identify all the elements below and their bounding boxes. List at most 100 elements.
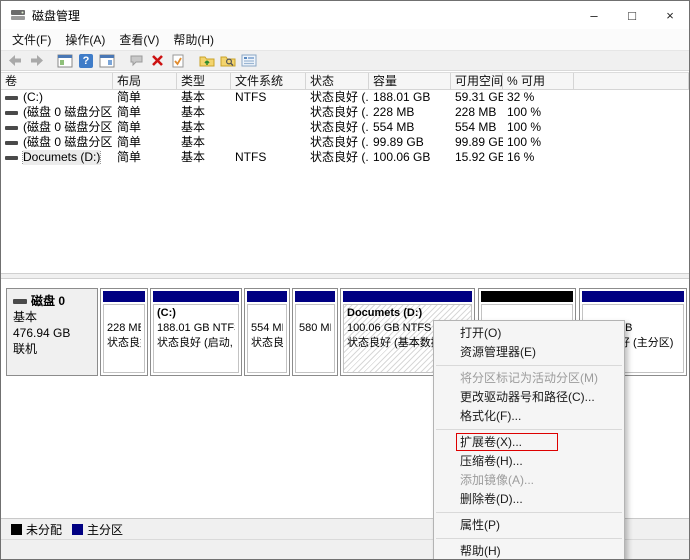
cell: 简单 [113, 105, 177, 120]
menubar-item-3[interactable]: 帮助(H) [166, 29, 221, 50]
partition-color-bar [481, 291, 573, 302]
cell: 99.89 GB [451, 135, 503, 150]
cell: 基本 [177, 150, 231, 165]
volume-icon [5, 96, 18, 100]
close-button[interactable]: × [651, 1, 689, 29]
callout-icon[interactable] [126, 52, 146, 70]
partition[interactable]: 580 MB [292, 288, 338, 376]
delete-icon[interactable] [147, 52, 167, 70]
help-icon[interactable]: ? [76, 52, 96, 70]
disk-type: 基本 [13, 309, 91, 325]
context-menu-item[interactable]: 删除卷(D)... [434, 490, 624, 509]
column-header[interactable]: 布局 [113, 73, 177, 89]
context-menu-item[interactable]: 资源管理器(E) [434, 343, 624, 362]
volume-row[interactable]: (C:)简单基本NTFS状态良好 (...188.01 GB59.31 GB32… [1, 90, 689, 105]
column-header[interactable]: 状态 [306, 73, 369, 89]
titlebar: 磁盘管理 – □ × [1, 1, 689, 29]
cell: (磁盘 0 磁盘分区 1) [1, 105, 113, 120]
column-header[interactable]: 类型 [177, 73, 231, 89]
cell [231, 135, 306, 150]
cell: 基本 [177, 105, 231, 120]
partition-name: (C:) [157, 306, 235, 321]
annotation-red-box [456, 433, 558, 451]
context-menu-item[interactable]: 帮助(H) [434, 542, 624, 560]
volume-list: 卷布局类型文件系统状态容量可用空间% 可用 (C:)简单基本NTFS状态良好 (… [1, 72, 689, 273]
partition[interactable]: (C:)188.01 GB NTFS状态良好 (启动, 页面文件, 故障转储, … [150, 288, 242, 376]
partition[interactable]: 228 MB状态良好 [100, 288, 148, 376]
disk0-info-panel[interactable]: 磁盘 0 基本 476.94 GB 联机 [6, 288, 98, 376]
column-header[interactable]: 可用空间 [451, 73, 503, 89]
menubar-item-2[interactable]: 查看(V) [112, 29, 166, 50]
toolbar: ? [1, 50, 689, 71]
folder-up-icon[interactable] [197, 52, 217, 70]
cell: (C:) [1, 90, 113, 105]
disk-size: 476.94 GB [13, 325, 91, 341]
partition-color-bar [295, 291, 335, 302]
volume-row[interactable]: (磁盘 0 磁盘分区 3)简单基本状态良好 (...554 MB554 MB10… [1, 120, 689, 135]
cell: (磁盘 0 磁盘分区 3) [1, 120, 113, 135]
maximize-button[interactable]: □ [613, 1, 651, 29]
column-header[interactable]: 文件系统 [231, 73, 306, 89]
cell: 100 % [503, 135, 574, 150]
cell: NTFS [231, 90, 306, 105]
cell-filler [574, 135, 689, 150]
volume-table-header: 卷布局类型文件系统状态容量可用空间% 可用 [1, 73, 689, 90]
legend-label: 主分区 [87, 521, 123, 538]
context-menu-item[interactable]: 打开(O) [434, 324, 624, 343]
cell: 32 % [503, 90, 574, 105]
cell: 554 MB [369, 120, 451, 135]
column-header[interactable]: % 可用 [503, 73, 574, 89]
column-header[interactable]: 容量 [369, 73, 451, 89]
cell: 状态良好 (... [306, 120, 369, 135]
cell: 基本 [177, 120, 231, 135]
partition-status: 状态良好 (启动, 页面文件, 故障转储, 主分区) [157, 336, 235, 351]
volume-row[interactable]: (磁盘 0 磁盘分区 6)简单基本状态良好 (...99.89 GB99.89 … [1, 135, 689, 150]
legend-swatch [11, 524, 22, 535]
volume-icon [5, 156, 18, 160]
volume-name: Documets (D:) [23, 150, 100, 165]
volume-name: (C:) [23, 90, 43, 105]
volume-row[interactable]: (磁盘 0 磁盘分区 1)简单基本状态良好 (...228 MB228 MB10… [1, 105, 689, 120]
legend-item: 主分区 [72, 521, 123, 538]
context-menu-item[interactable]: 压缩卷(H)... [434, 452, 624, 471]
properties-icon[interactable] [239, 52, 259, 70]
legend-swatch [72, 524, 83, 535]
cell: 状态良好 (... [306, 90, 369, 105]
context-menu-item[interactable]: 属性(P) [434, 516, 624, 535]
volume-icon [5, 126, 18, 130]
cell: 基本 [177, 90, 231, 105]
cell: 状态良好 (... [306, 135, 369, 150]
disk-name: 磁盘 0 [31, 294, 65, 308]
cell: 554 MB [451, 120, 503, 135]
cell: 188.01 GB [369, 90, 451, 105]
volume-icon [5, 141, 18, 145]
cell: 简单 [113, 150, 177, 165]
legend-item: 未分配 [11, 521, 62, 538]
folder-search-icon[interactable] [218, 52, 238, 70]
partition-color-bar [582, 291, 684, 302]
console-window-icon[interactable] [55, 52, 75, 70]
cell: 100 % [503, 105, 574, 120]
forward-icon[interactable] [26, 52, 46, 70]
context-menu-item[interactable]: 格式化(F)... [434, 407, 624, 426]
context-menu-item: 将分区标记为活动分区(M) [434, 369, 624, 388]
minimize-button[interactable]: – [575, 1, 613, 29]
partition-name [586, 306, 680, 321]
column-header-filler [574, 73, 689, 89]
menu-separator [436, 538, 622, 539]
cell: 15.92 GB [451, 150, 503, 165]
check-document-icon[interactable] [168, 52, 188, 70]
partition[interactable]: 554 MB状态良好 [244, 288, 290, 376]
context-menu-item[interactable]: 扩展卷(X)... [434, 433, 624, 452]
context-menu-item[interactable]: 更改驱动器号和路径(C)... [434, 388, 624, 407]
context-menu-item: 添加镜像(A)... [434, 471, 624, 490]
menubar-item-0[interactable]: 文件(F) [5, 29, 58, 50]
cell: Documets (D:) [1, 150, 113, 165]
back-icon[interactable] [5, 52, 25, 70]
volume-row[interactable]: Documets (D:)简单基本NTFS状态良好 (...100.06 GB1… [1, 150, 689, 165]
menubar-item-1[interactable]: 操作(A) [58, 29, 112, 50]
menubar: 文件(F)操作(A)查看(V)帮助(H) [1, 29, 689, 50]
partition-label: 228 MB状态良好 [103, 304, 145, 373]
column-header[interactable]: 卷 [1, 73, 113, 89]
show-pane-icon[interactable] [97, 52, 117, 70]
